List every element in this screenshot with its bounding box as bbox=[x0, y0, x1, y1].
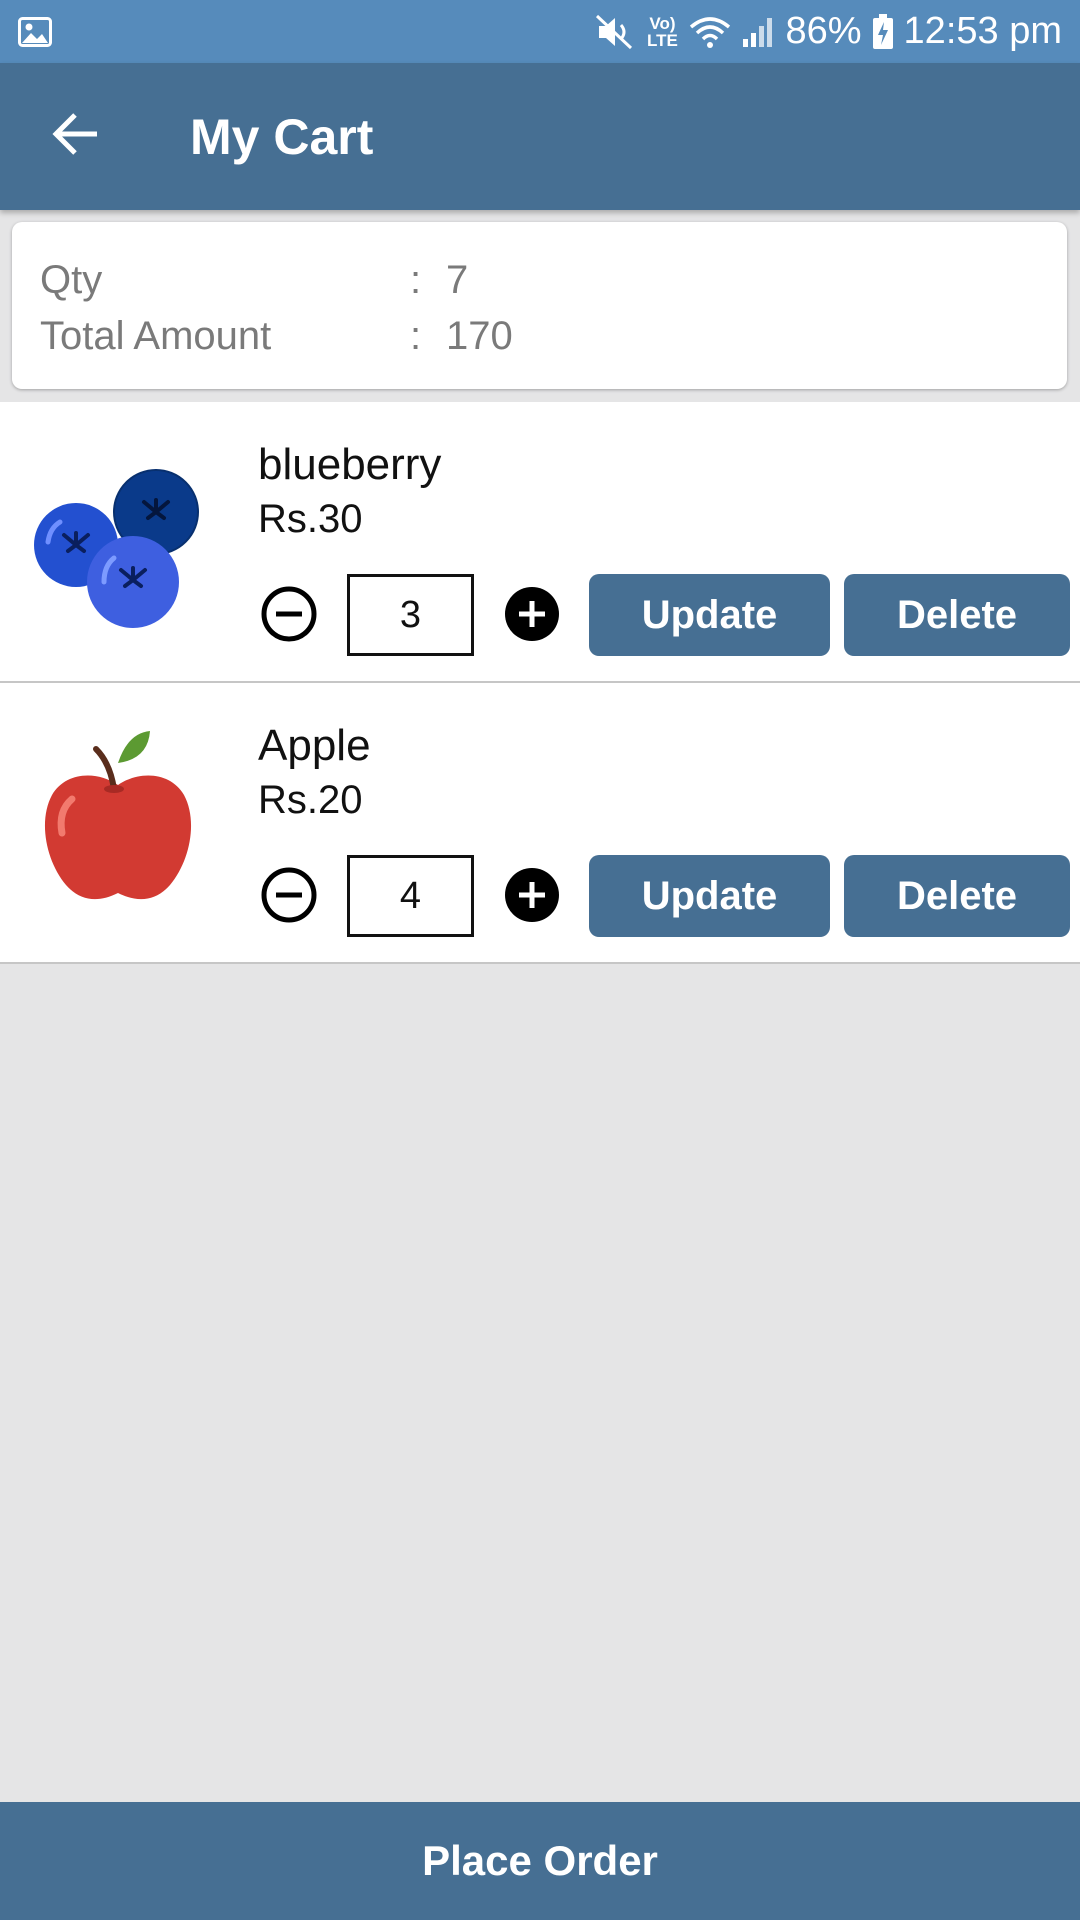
total-colon: : bbox=[410, 313, 422, 358]
plus-circle-icon[interactable] bbox=[504, 867, 560, 923]
back-button[interactable] bbox=[0, 63, 150, 210]
wifi-icon bbox=[689, 15, 731, 49]
battery-percent: 86% bbox=[785, 10, 862, 52]
minus-circle-icon[interactable] bbox=[261, 586, 317, 642]
quantity-stepper: Update Delete bbox=[258, 853, 1078, 937]
cart-item: Apple Rs.20 Update bbox=[0, 683, 1080, 964]
status-bar: Vo) LTE 86% 12:53 pm bbox=[0, 0, 1080, 63]
battery-charging-icon bbox=[872, 13, 894, 50]
quantity-input[interactable] bbox=[347, 855, 474, 937]
app-bar: My Cart bbox=[0, 63, 1080, 210]
quantity-input[interactable] bbox=[347, 574, 474, 656]
qty-colon: : bbox=[410, 257, 422, 302]
total-amount-value: 170 bbox=[446, 313, 513, 358]
delete-button[interactable]: Delete bbox=[844, 855, 1070, 937]
summary-qty-row: Qty : 7 bbox=[40, 252, 1039, 308]
item-price: Rs.20 bbox=[258, 778, 363, 822]
place-order-label: Place Order bbox=[422, 1837, 658, 1884]
minus-circle-icon[interactable] bbox=[261, 867, 317, 923]
qty-value: 7 bbox=[446, 257, 469, 302]
blueberry-icon bbox=[28, 442, 208, 632]
qty-label: Qty bbox=[40, 257, 103, 302]
cart-summary-card: Qty : 7 Total Amount : 170 bbox=[12, 222, 1067, 389]
total-amount-label: Total Amount bbox=[40, 313, 272, 358]
signal-icon bbox=[741, 15, 775, 49]
quantity-stepper: Update Delete bbox=[258, 572, 1078, 656]
update-button[interactable]: Update bbox=[589, 855, 830, 937]
item-name: Apple bbox=[258, 721, 371, 770]
status-time: 12:53 pm bbox=[903, 10, 1062, 52]
update-button[interactable]: Update bbox=[589, 574, 830, 656]
cart-list: blueberry Rs.30 Update bbox=[0, 402, 1080, 964]
item-price: Rs.30 bbox=[258, 497, 363, 541]
page-title: My Cart bbox=[190, 108, 374, 165]
arrow-left-icon bbox=[51, 112, 99, 161]
plus-circle-icon[interactable] bbox=[504, 586, 560, 642]
gallery-notification-icon bbox=[18, 16, 52, 47]
place-order-button[interactable]: Place Order bbox=[0, 1802, 1080, 1920]
summary-total-row: Total Amount : 170 bbox=[40, 308, 1039, 364]
cart-item: blueberry Rs.30 Update bbox=[0, 402, 1080, 683]
delete-button[interactable]: Delete bbox=[844, 574, 1070, 656]
apple-icon bbox=[28, 723, 208, 913]
volte-icon: Vo) LTE bbox=[647, 13, 678, 50]
cart-screen: Vo) LTE 86% 12:53 pm My Cart Qty: 7 Tot… bbox=[0, 0, 1080, 1920]
item-name: blueberry bbox=[258, 440, 442, 489]
mute-icon bbox=[595, 14, 635, 50]
